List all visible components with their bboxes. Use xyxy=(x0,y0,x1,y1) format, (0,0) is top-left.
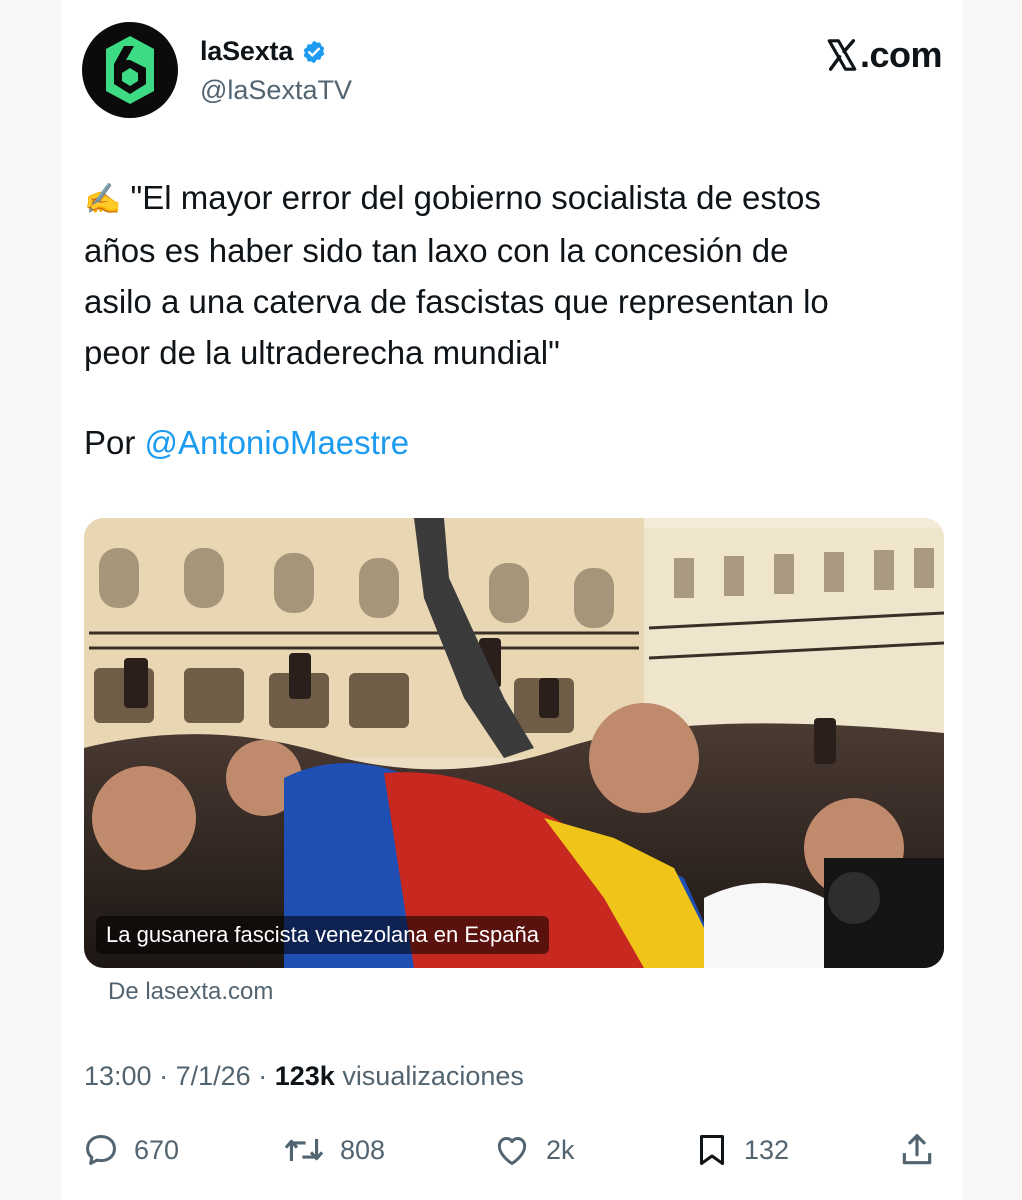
repost-icon xyxy=(284,1139,324,1161)
lasexta-logo-icon xyxy=(106,36,154,104)
views-label: visualizaciones xyxy=(342,1061,524,1091)
bookmark-count: 132 xyxy=(744,1134,790,1165)
reply-icon xyxy=(86,1135,116,1165)
byline-prefix: Por xyxy=(84,424,136,461)
x-com-label: .com xyxy=(824,34,943,76)
page-margin-left xyxy=(0,0,62,1200)
tweet-meta: 13:00 · 7/1/26 · 123k visualizaciones xyxy=(84,1061,524,1092)
link-source[interactable]: De lasexta.com xyxy=(108,978,273,1006)
page-margin-right xyxy=(962,0,1022,1200)
tweet-time[interactable]: 13:00 xyxy=(84,1061,152,1091)
tweet-media-card[interactable]: La gusanera fascista venezolana en Españ… xyxy=(84,518,944,968)
tweet-date[interactable]: 7/1/26 xyxy=(176,1061,251,1091)
like-icon xyxy=(497,1136,527,1165)
site-label: .com xyxy=(859,34,943,75)
tweet-line-3: asilo a una caterva de fascistas que rep… xyxy=(84,283,829,320)
like-count: 2k xyxy=(546,1134,575,1165)
share-icon xyxy=(902,1134,932,1165)
meta-separator: · xyxy=(159,1061,169,1091)
tweet-line-1: "El mayor error del gobierno socialista … xyxy=(130,179,821,216)
media-caption: La gusanera fascista venezolana en Españ… xyxy=(96,916,549,954)
protest-photo xyxy=(84,518,944,968)
meta-separator: · xyxy=(258,1061,268,1091)
tweet-line-4: peor de la ultraderecha mundial" xyxy=(84,334,560,371)
account-handle[interactable]: @laSextaTV xyxy=(200,75,352,106)
tweet-body: ✍️ "El mayor error del gobierno socialis… xyxy=(84,172,934,378)
views-count: 123k xyxy=(274,1061,335,1091)
avatar[interactable] xyxy=(82,22,178,118)
display-name[interactable]: laSexta xyxy=(200,36,293,67)
tweet-header: laSexta @laSextaTV .com xyxy=(82,22,943,122)
bookmark-button[interactable]: 132 xyxy=(694,1124,789,1176)
reply-button[interactable]: 670 xyxy=(82,1124,179,1176)
byline: Por @AntonioMaestre xyxy=(84,424,409,462)
x-logo-icon xyxy=(827,39,857,71)
bookmark-icon xyxy=(700,1135,724,1165)
repost-count: 808 xyxy=(340,1134,386,1165)
reply-count: 670 xyxy=(134,1134,180,1165)
repost-button[interactable]: 808 xyxy=(282,1124,385,1176)
verified-badge-icon xyxy=(301,39,327,65)
tweet-line-2: años es haber sido tan laxo con la conce… xyxy=(84,232,789,269)
action-bar: 670 808 2k 132 xyxy=(82,1124,942,1176)
author-mention-link[interactable]: @AntonioMaestre xyxy=(145,424,410,461)
writing-hand-icon: ✍️ xyxy=(84,183,122,216)
share-button[interactable] xyxy=(898,1124,936,1176)
like-button[interactable]: 2k xyxy=(492,1124,575,1176)
